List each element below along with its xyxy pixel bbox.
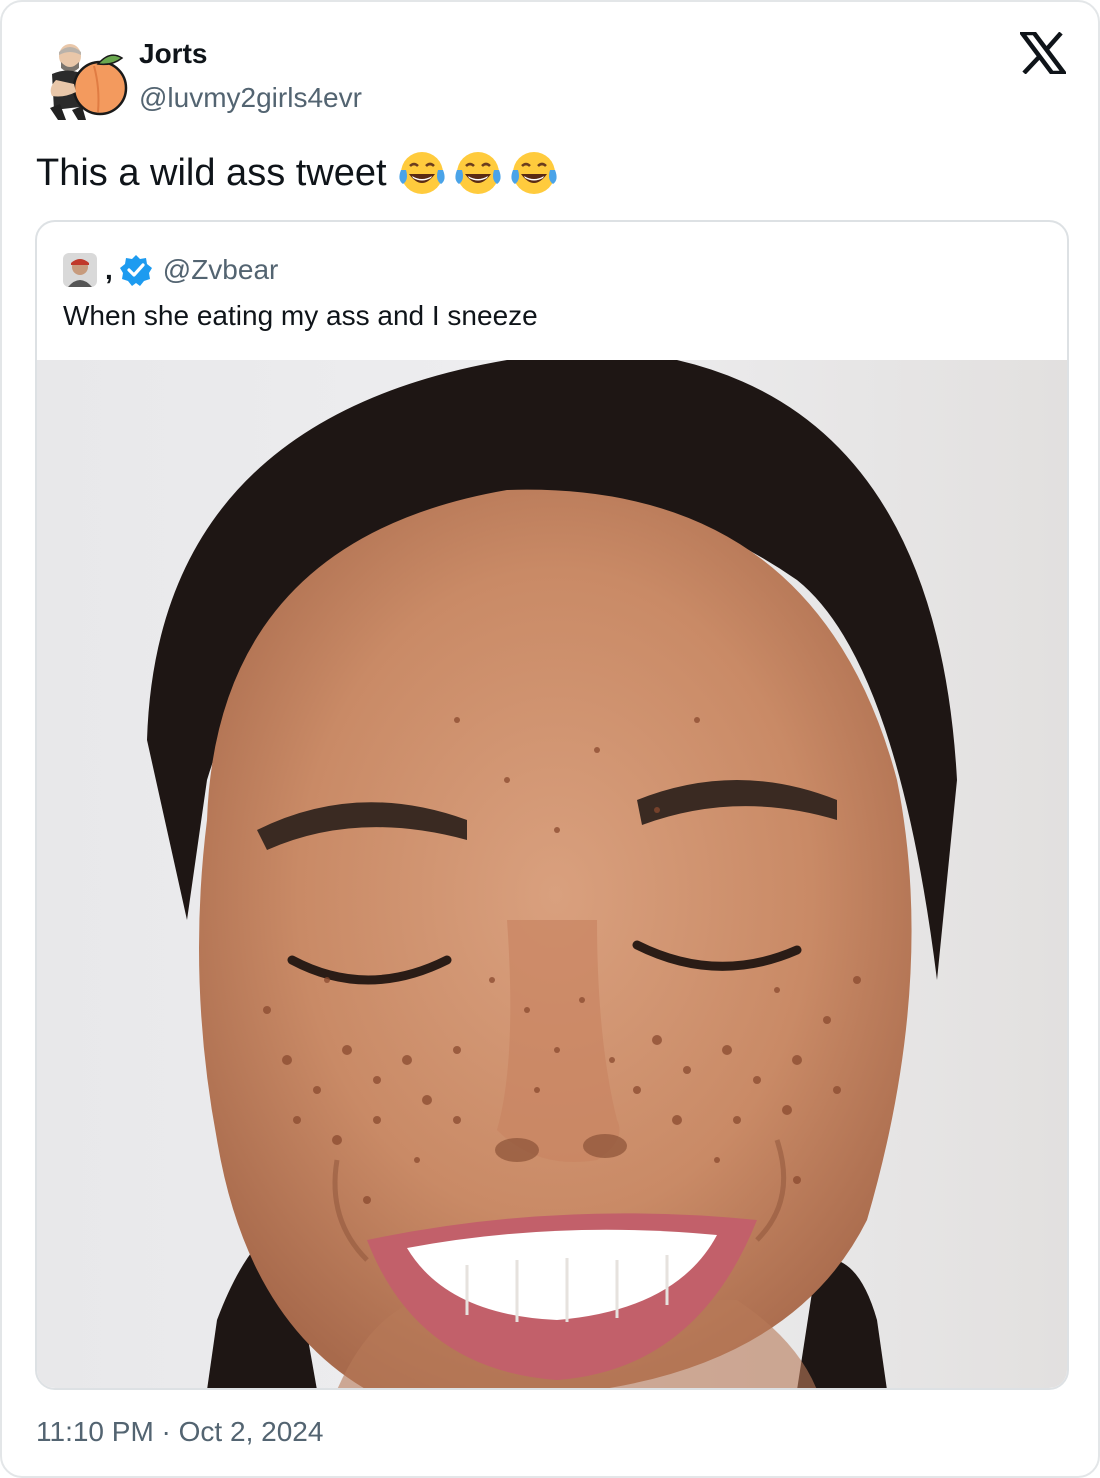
face-with-tears-of-joy-icon <box>398 152 445 194</box>
quoted-tweet[interactable]: , @Zvbear When she eating my ass and I s… <box>35 220 1069 1390</box>
quoted-tweet-photo[interactable] <box>37 360 1069 1390</box>
quoted-author-display-name[interactable]: , <box>105 254 113 286</box>
quoted-author-avatar[interactable] <box>63 253 97 287</box>
verified-badge-icon <box>119 255 152 286</box>
emoji-row <box>397 148 559 198</box>
tweet-text-content: This a wild ass tweet <box>36 151 387 194</box>
quoted-tweet-text: When she eating my ass and I sneeze <box>63 300 538 331</box>
face-with-tears-of-joy-icon <box>510 152 557 194</box>
tweet-timestamp[interactable]: 11:10 PM · Oct 2, 2024 <box>36 1416 323 1448</box>
x-logo-icon[interactable] <box>1020 32 1066 74</box>
author-handle[interactable]: @luvmy2girls4evr <box>139 82 362 114</box>
tweet-card: Jorts @luvmy2girls4evr This a wild ass t… <box>0 0 1100 1478</box>
author-name[interactable]: Jorts <box>139 38 207 70</box>
quoted-tweet-header: , @Zvbear <box>63 250 278 290</box>
author-avatar[interactable] <box>42 40 132 122</box>
tweet-text: This a wild ass tweet <box>36 148 559 198</box>
quoted-author-handle[interactable]: @Zvbear <box>163 254 279 286</box>
face-with-tears-of-joy-icon <box>454 152 501 194</box>
